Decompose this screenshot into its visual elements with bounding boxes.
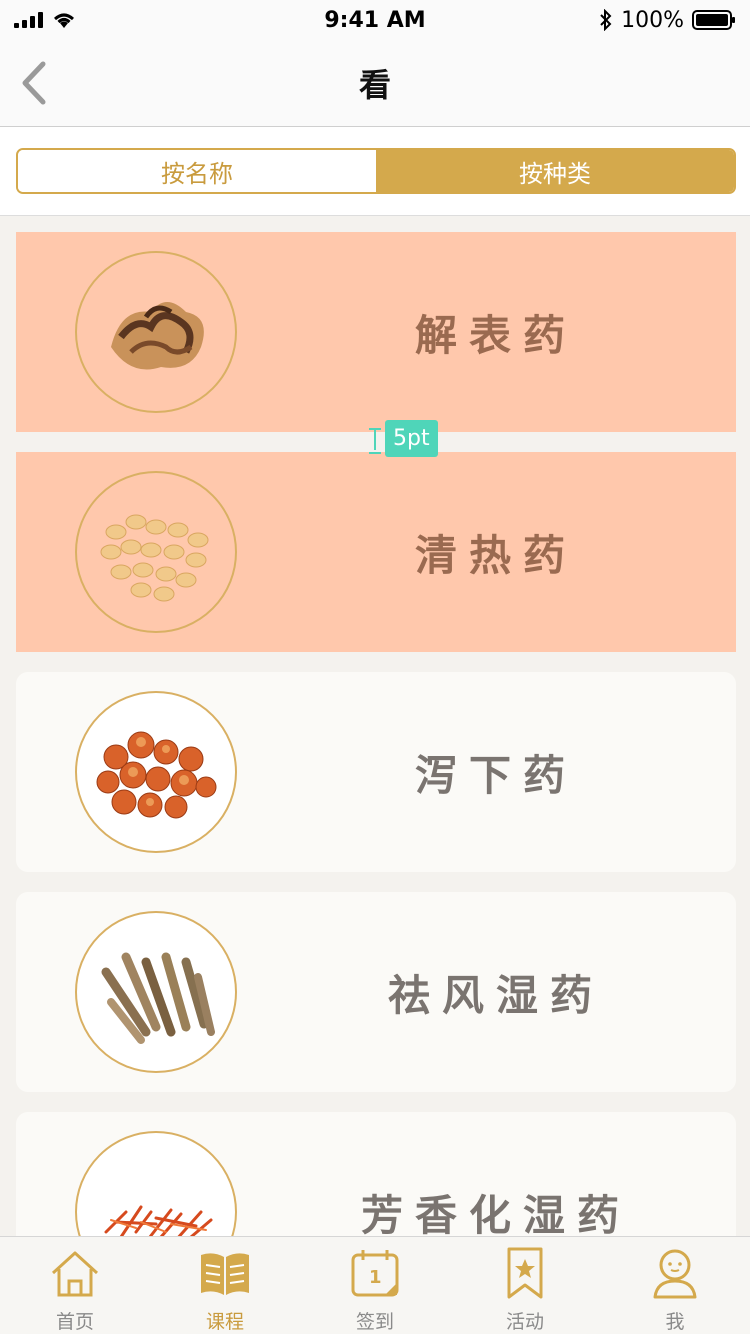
tab-me[interactable]: 我 xyxy=(600,1237,750,1334)
segment-by-name[interactable]: 按名称 xyxy=(18,150,376,192)
herb-image-qingre xyxy=(100,514,209,602)
segment-area: 按名称 按种类 xyxy=(0,127,750,216)
herb-thumbnail xyxy=(75,471,237,633)
herb-image-qufengshi xyxy=(101,952,215,1044)
person-icon xyxy=(653,1249,697,1299)
signal-icon xyxy=(14,12,43,28)
tab-bar: 首页 课程 1 签到 活动 我 xyxy=(0,1236,750,1334)
bluetooth-icon xyxy=(600,9,612,31)
sort-segmented-control: 按名称 按种类 xyxy=(16,148,736,194)
page-title: 看 xyxy=(358,66,391,104)
status-right: 100% xyxy=(536,8,736,33)
home-icon xyxy=(51,1251,99,1297)
chevron-left-icon xyxy=(22,61,46,105)
status-left xyxy=(14,10,214,30)
spacing-annotation: 5pt xyxy=(369,420,438,457)
tab-label: 课程 xyxy=(205,1311,244,1333)
wifi-icon xyxy=(54,13,74,28)
segment-by-category[interactable]: 按种类 xyxy=(376,150,734,192)
tab-course[interactable]: 课程 xyxy=(150,1237,300,1334)
category-card[interactable]: 祛风湿药 xyxy=(16,892,736,1092)
category-card[interactable]: 泻下药 xyxy=(16,672,736,872)
status-time: 9:41 AM xyxy=(324,7,426,33)
book-icon xyxy=(201,1253,249,1295)
category-label: 解表药 xyxy=(414,310,577,360)
herb-thumbnail xyxy=(75,691,237,853)
tab-activity[interactable]: 活动 xyxy=(450,1237,600,1334)
herb-thumbnail xyxy=(75,911,237,1073)
battery-icon xyxy=(692,10,735,30)
herb-image-xiexia xyxy=(96,731,217,819)
spacing-marker-icon xyxy=(369,427,381,454)
category-label: 祛风湿药 xyxy=(387,970,604,1020)
nav-bar: 看 xyxy=(0,40,750,127)
calendar-icon: 1 xyxy=(351,1250,399,1297)
tab-label: 活动 xyxy=(505,1311,544,1333)
tab-label: 首页 xyxy=(55,1311,94,1333)
category-label: 泻下药 xyxy=(414,750,577,800)
category-label: 清热药 xyxy=(414,530,577,580)
tab-home[interactable]: 首页 xyxy=(0,1237,150,1334)
bookmark-star-icon xyxy=(507,1247,543,1299)
status-bar: 9:41 AM 100% xyxy=(0,0,750,40)
herb-image-jiebiao xyxy=(111,302,204,370)
battery-percent: 100% xyxy=(621,7,684,33)
tab-label: 签到 xyxy=(355,1311,394,1333)
category-card[interactable]: 解表药 xyxy=(16,232,736,432)
back-button[interactable] xyxy=(14,58,54,108)
tab-checkin[interactable]: 1 签到 xyxy=(300,1237,450,1334)
category-card[interactable]: 清热药 xyxy=(16,452,736,652)
tab-label: 我 xyxy=(665,1311,685,1333)
herb-thumbnail xyxy=(75,251,237,413)
spacing-badge: 5pt xyxy=(385,420,438,457)
svg-text:1: 1 xyxy=(369,1267,382,1288)
